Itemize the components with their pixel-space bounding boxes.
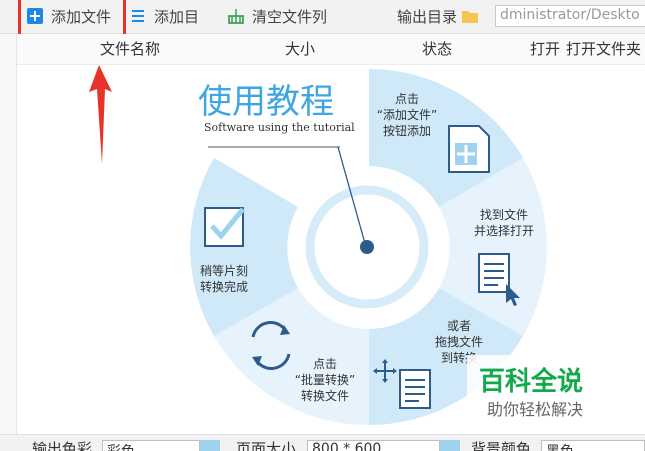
watermark-subtitle: 助你轻松解决: [487, 400, 584, 419]
watermark-title: 百科全说: [479, 367, 584, 397]
checkbox-done-icon: [204, 207, 245, 247]
chevron-down-icon[interactable]: [200, 440, 220, 451]
output-color-select[interactable]: 彩色: [102, 440, 200, 451]
step-5-text: 稍等片刻 转换完成: [199, 264, 248, 294]
background-color-label: 背景颜色: [471, 440, 532, 451]
output-color-label: 输出色彩: [32, 440, 93, 451]
step-2-text: 找到文件 并选择打开: [473, 208, 534, 238]
background-color-select[interactable]: 黑色: [541, 440, 645, 451]
page-size-select[interactable]: 800 * 600: [307, 440, 440, 451]
step-1-text: 点击 “添加文件” 按钮添加: [376, 92, 438, 138]
center-dot: [360, 240, 374, 254]
page-size-label: 页面大小: [236, 440, 297, 451]
tutorial-subtitle: Software using the tutorial: [204, 121, 355, 134]
step-4-text: 点击 “批量转换” 转换文件: [294, 357, 356, 403]
chevron-down-icon[interactable]: [440, 440, 460, 451]
tutorial-title: 使用教程: [198, 82, 334, 122]
add-document-icon: [448, 125, 490, 173]
settings-bar: 输出色彩 彩色 页面大小 800 * 600 背景颜色 黑色: [0, 434, 645, 451]
watermark: 百科全说 助你轻松解决: [467, 355, 617, 425]
